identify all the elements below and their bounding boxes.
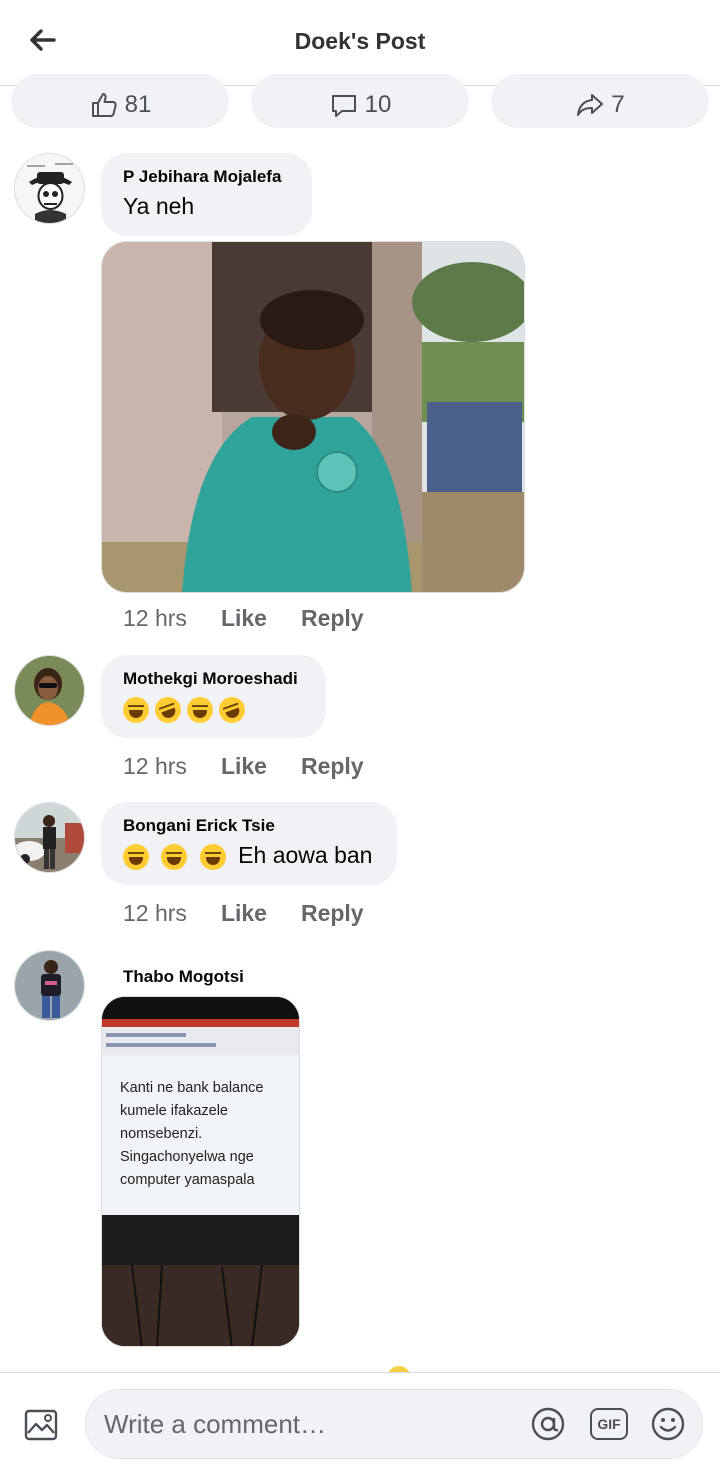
comment-actions: 12 hrs Like Reply (123, 605, 364, 632)
rofl-emoji-icon (215, 693, 249, 727)
reply-link[interactable]: Reply (301, 900, 364, 927)
comment-bubble[interactable]: Bongani Erick Tsie Eh aowa ban (101, 802, 397, 885)
laughing-emoji-icon (161, 843, 188, 870)
boy-photo-image (102, 242, 524, 592)
comment-author[interactable]: P Jebihara Mojalefa (123, 167, 290, 187)
comment-count-button[interactable]: 10 (251, 74, 469, 128)
reply-link[interactable]: Reply (301, 753, 364, 780)
photo-button[interactable] (22, 1405, 60, 1443)
gif-icon[interactable]: GIF (590, 1408, 628, 1440)
like-count-button[interactable]: 81 (11, 74, 229, 128)
rofl-emoji-icon (151, 693, 185, 727)
comment-count: 10 (364, 91, 392, 118)
woman-avatar-image (15, 656, 84, 725)
at-icon[interactable] (530, 1406, 566, 1442)
photo-icon (24, 1409, 58, 1441)
laughing-emoji-icon (123, 696, 149, 723)
comment-text: Eh aowa ban (238, 842, 373, 868)
avatar[interactable] (14, 655, 85, 726)
comment-bubble-icon (331, 95, 356, 117)
comment-time: 12 hrs (123, 605, 187, 631)
comment-actions: 12 hrs Like Reply (123, 900, 364, 927)
comment-photo[interactable]: Kanti ne bank balance kumele ifakazele n… (101, 996, 300, 1347)
share-arrow-icon (577, 94, 604, 116)
thumbs-up-icon (91, 93, 117, 117)
laughing-emoji-icon (199, 843, 226, 870)
avatar[interactable] (14, 153, 85, 224)
share-count-button[interactable]: 7 (491, 74, 709, 128)
reply-link[interactable]: Reply (301, 605, 364, 632)
like-link[interactable]: Like (221, 605, 267, 632)
laughing-emoji-icon (123, 843, 149, 870)
laughing-emoji-icon (187, 696, 213, 723)
comment-content: Eh aowa ban (123, 842, 375, 870)
avatar[interactable] (14, 802, 85, 873)
comment-bubble[interactable]: Mothekgi Moroeshadi (101, 655, 326, 738)
comment-author[interactable]: Mothekgi Moroeshadi (123, 669, 304, 689)
like-count: 81 (124, 91, 152, 118)
man-car-avatar-image (15, 803, 84, 872)
share-count: 7 (611, 91, 625, 118)
like-link[interactable]: Like (221, 900, 267, 927)
comment-actions: 12 hrs Like Reply (123, 753, 364, 780)
comment-photo[interactable] (101, 241, 525, 593)
smiley-icon[interactable] (650, 1406, 686, 1442)
comment-composer: GIF (0, 1372, 720, 1472)
screen-text: Kanti ne bank balance kumele ifakazele n… (120, 1080, 264, 1188)
skull-avatar-image (15, 154, 84, 223)
comment-author[interactable]: Bongani Erick Tsie (123, 816, 375, 836)
comment-text: Ya neh (123, 193, 195, 219)
comment-time: 12 hrs (123, 753, 187, 779)
comment-bubble[interactable]: P Jebihara Mojalefa Ya neh (101, 153, 312, 236)
page-title: Doek's Post (294, 28, 426, 54)
comment-author[interactable]: Thabo Mogotsi (123, 967, 244, 987)
man-avatar-image (15, 951, 84, 1020)
like-link[interactable]: Like (221, 753, 267, 780)
comment-emojis (123, 693, 304, 727)
comment-time: 12 hrs (123, 900, 187, 926)
avatar[interactable] (14, 950, 85, 1021)
